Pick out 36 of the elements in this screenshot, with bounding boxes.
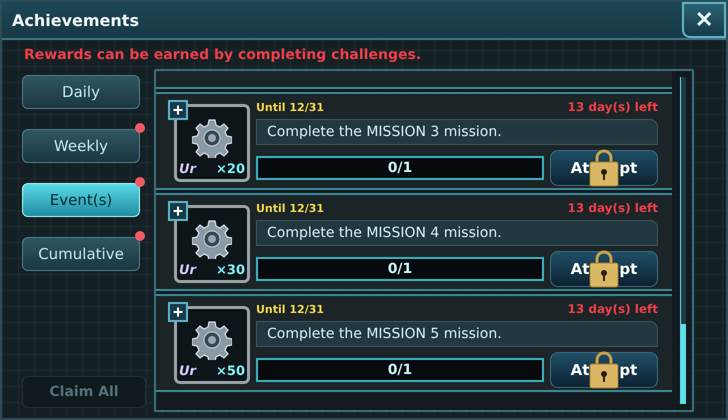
padlock-icon xyxy=(589,149,620,187)
gear-icon xyxy=(192,320,232,360)
plus-button[interactable]: + xyxy=(168,100,188,120)
rarity-label: Ur xyxy=(179,364,196,379)
plus-button[interactable]: + xyxy=(168,201,188,221)
padlock-icon xyxy=(589,351,620,389)
window-title: Achievements xyxy=(12,10,139,30)
tab[interactable]: Daily xyxy=(22,75,140,109)
deadline-text: Until 12/31 xyxy=(256,202,324,214)
attempt-button[interactable]: At pt xyxy=(550,352,658,388)
gear-icon xyxy=(192,219,232,259)
tab[interactable]: Event(s) xyxy=(22,183,140,217)
days-left-text: 13 day(s) left xyxy=(567,100,658,114)
tab[interactable]: Weekly xyxy=(22,129,140,163)
deadline-text: Until 12/31 xyxy=(256,302,324,316)
days-left-text: 13 day(s) left xyxy=(567,201,658,215)
days-left-text: 13 day(s) left xyxy=(567,302,658,316)
gear-icon xyxy=(192,118,232,158)
deadline-text: Until 12/31 xyxy=(256,100,324,114)
tab[interactable]: Cumulative xyxy=(22,237,140,271)
mission-description: Complete the MISSION 4 mission. xyxy=(256,220,658,246)
notice-text: Rewards can be earned by completing challenges. xyxy=(23,46,422,65)
padlock-icon xyxy=(589,250,620,288)
scroll-thumb[interactable] xyxy=(681,324,686,404)
item-count: ×50 xyxy=(216,364,245,379)
attempt-button[interactable]: At pt xyxy=(550,251,658,287)
scrollbar[interactable] xyxy=(680,77,686,404)
close-button[interactable]: ✕ xyxy=(682,2,726,38)
attempt-button[interactable]: At pt xyxy=(550,150,658,186)
plus-button[interactable]: + xyxy=(168,302,188,322)
item-count: ×20 xyxy=(216,162,245,177)
mission-description: Complete the MISSION 5 mission. xyxy=(256,321,658,347)
rarity-label: Ur xyxy=(179,263,196,278)
rarity-label: Ur xyxy=(179,162,196,177)
mission-description: Complete the MISSION 3 mission. xyxy=(256,119,658,145)
item-count: ×30 xyxy=(216,263,245,278)
